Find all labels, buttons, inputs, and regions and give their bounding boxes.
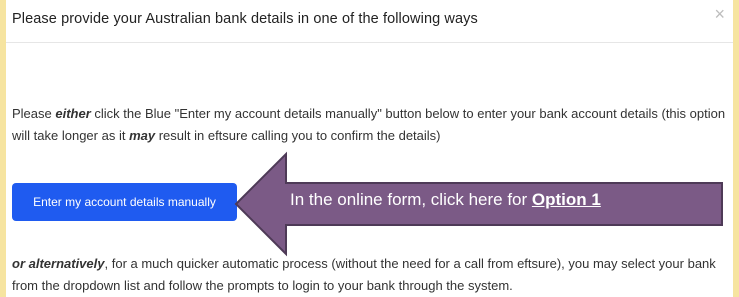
close-icon[interactable]: × — [714, 4, 725, 25]
callout-text: In the online form, click here for Optio… — [290, 190, 601, 210]
alternatively-emphasis: or alternatively — [12, 256, 105, 271]
may-emphasis: may — [129, 128, 156, 143]
alternative-paragraph: or alternatively, for a much quicker aut… — [12, 253, 736, 297]
instructions-text-1: Please — [12, 106, 56, 121]
callout-message: In the online form, click here for — [290, 190, 532, 209]
either-emphasis: either — [55, 106, 91, 121]
instructions-text-3: result in eftsure calling you to confirm… — [155, 128, 441, 143]
enter-details-manually-button[interactable]: Enter my account details manually — [12, 183, 237, 221]
bank-details-dialog: Please provide your Australian bank deta… — [0, 0, 739, 297]
instructions-paragraph: Please either click the Blue "Enter my a… — [12, 103, 736, 147]
dialog-title: Please provide your Australian bank deta… — [12, 11, 478, 27]
option-1-label: Option 1 — [531, 190, 601, 209]
alternative-text: , for a much quicker automatic process (… — [12, 256, 716, 293]
dialog-header: Please provide your Australian bank deta… — [6, 0, 733, 43]
